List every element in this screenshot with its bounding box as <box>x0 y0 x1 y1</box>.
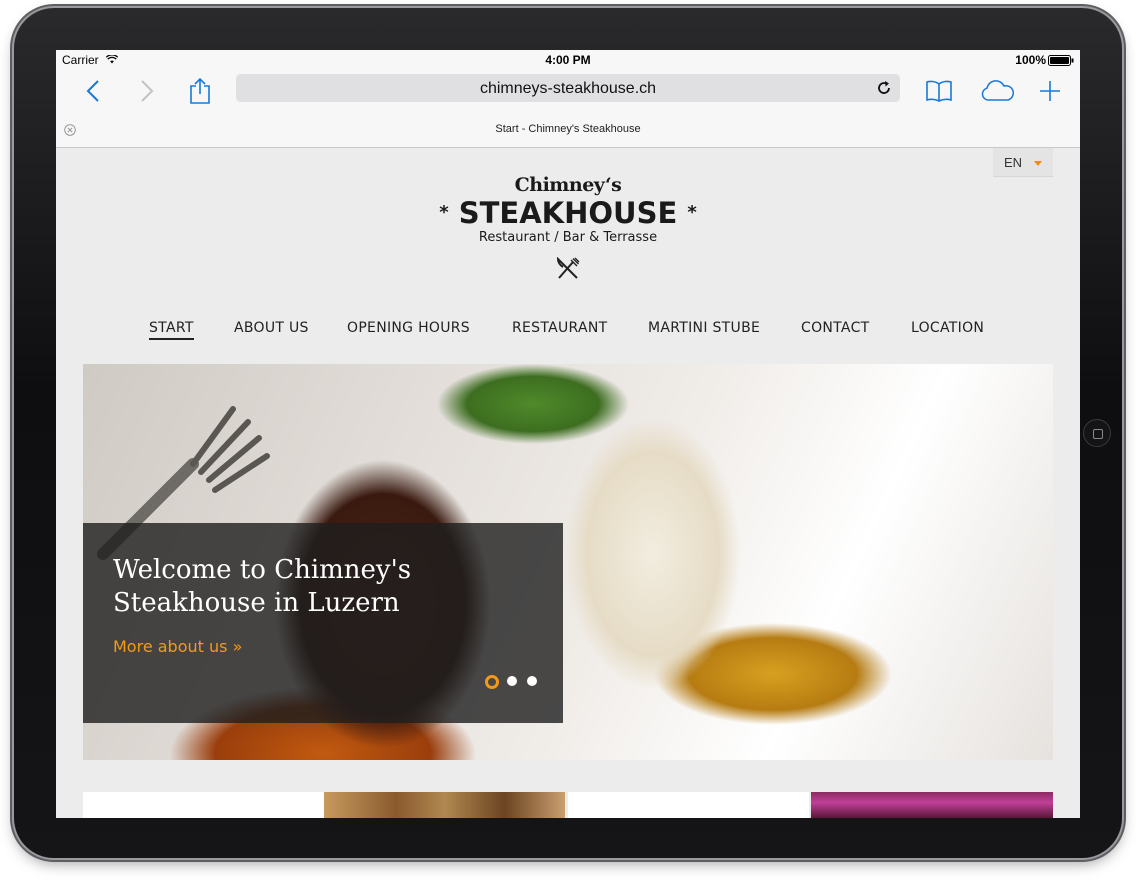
chevron-right-icon <box>141 80 154 102</box>
logo-star-left: * <box>439 202 449 223</box>
language-selector[interactable]: EN <box>993 148 1053 177</box>
teaser-image-1[interactable] <box>324 792 565 818</box>
cutlery-icon <box>556 257 580 279</box>
site-logo[interactable]: Chimney‘s * STEAKHOUSE * Restaurant / Ba… <box>436 172 700 284</box>
nav-item-restaurant[interactable]: RESTAURANT <box>512 320 608 336</box>
home-button[interactable] <box>1083 419 1111 447</box>
web-page: EN Chimney‘s * STEAKHOUSE * Restaurant /… <box>56 148 1080 818</box>
teaser-card-1[interactable] <box>83 792 324 818</box>
cloud-icon <box>981 80 1014 101</box>
nav-item-martini-stube[interactable]: MARTINI STUBE <box>648 320 760 336</box>
screen: Carrier 4:00 PM 100% chimneys-steakhouse… <box>56 50 1080 818</box>
nav-item-about-us[interactable]: ABOUT US <box>234 320 309 336</box>
nav-item-contact[interactable]: CONTACT <box>801 320 870 336</box>
tab-bar: Start - Chimney's Steakhouse <box>56 112 1080 148</box>
logo-top-text: Chimney‘s <box>514 174 622 196</box>
plus-icon <box>1040 81 1060 101</box>
clock: 4:00 PM <box>545 53 591 67</box>
back-button[interactable] <box>78 76 108 106</box>
more-about-us-link[interactable]: More about us » <box>113 637 242 656</box>
language-label: EN <box>1004 155 1023 170</box>
icloud-tabs-button[interactable] <box>980 76 1016 106</box>
url-text[interactable]: chimneys-steakhouse.ch <box>236 80 900 98</box>
share-icon <box>190 77 210 104</box>
share-button[interactable] <box>185 76 215 106</box>
browser-toolbar: chimneys-steakhouse.ch <box>56 70 1080 112</box>
forward-button[interactable] <box>132 76 162 106</box>
logo-main-word: STEAKHOUSE <box>458 196 678 230</box>
teaser-image-2[interactable] <box>811 792 1053 818</box>
chevron-left-icon <box>86 80 99 102</box>
tab-title[interactable]: Start - Chimney's Steakhouse <box>56 123 1080 135</box>
main-navigation: START ABOUT US OPENING HOURS RESTAURANT … <box>56 320 1080 346</box>
caret-down-icon <box>1034 161 1042 166</box>
bookmarks-button[interactable] <box>924 76 954 106</box>
nav-item-opening-hours[interactable]: OPENING HOURS <box>347 320 470 336</box>
address-bar[interactable]: chimneys-steakhouse.ch <box>236 74 900 102</box>
hero-caption: Welcome to Chimney's Steakhouse in Luzer… <box>83 523 563 723</box>
slider-dot-2[interactable] <box>507 676 517 686</box>
status-bar: Carrier 4:00 PM 100% <box>56 50 1080 70</box>
slider-dot-3[interactable] <box>527 676 537 686</box>
nav-item-start[interactable]: START <box>149 320 194 340</box>
battery-percent: 100% <box>1015 53 1046 67</box>
teaser-card-2[interactable] <box>568 792 809 818</box>
battery-icon <box>1048 55 1074 66</box>
logo-star-right: * <box>687 202 697 223</box>
logo-subtitle: Restaurant / Bar & Terrasse <box>478 230 658 245</box>
reload-icon[interactable] <box>876 80 892 96</box>
hero-title: Welcome to Chimney's Steakhouse in Luzer… <box>113 555 412 618</box>
nav-item-location[interactable]: LOCATION <box>911 320 984 336</box>
slider-dot-1[interactable] <box>485 675 499 689</box>
hero-slider[interactable]: Welcome to Chimney's Steakhouse in Luzer… <box>83 364 1053 760</box>
new-tab-button[interactable] <box>1035 76 1065 106</box>
book-icon <box>926 80 952 102</box>
logo-main-text: * STEAKHOUSE * <box>436 196 700 230</box>
